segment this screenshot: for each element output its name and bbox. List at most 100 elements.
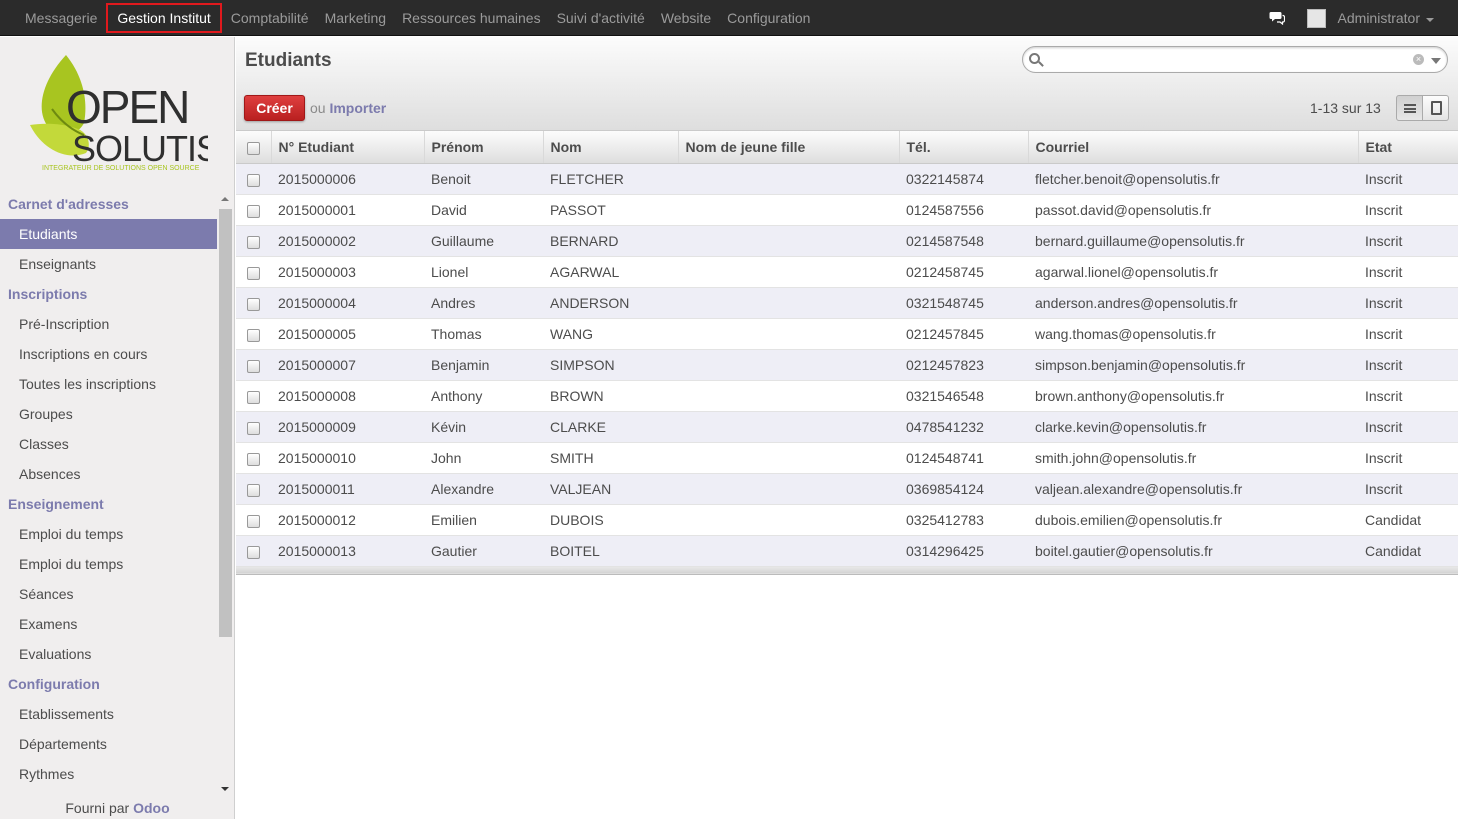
or-label: ou: [310, 100, 326, 116]
row-checkbox[interactable]: [247, 514, 260, 528]
form-view-button[interactable]: [1422, 95, 1449, 121]
column-header-n-etudiant[interactable]: N° Etudiant: [271, 131, 425, 164]
row-checkbox-cell[interactable]: [236, 473, 271, 505]
table-row[interactable]: 2015000011 Alexandre VALJEAN 0369854124 valj…: [236, 473, 1458, 505]
column-header-courriel[interactable]: Courriel: [1028, 131, 1359, 164]
odoo-link[interactable]: Odoo: [133, 800, 170, 816]
row-checkbox[interactable]: [247, 483, 260, 497]
column-header-etat[interactable]: Etat: [1358, 131, 1458, 164]
row-checkbox[interactable]: [247, 297, 260, 311]
table-row[interactable]: 2015000010 John SMITH 0124548741 smith.john@…: [236, 442, 1458, 474]
row-checkbox[interactable]: [247, 204, 260, 218]
top-menu-messagerie[interactable]: Messagerie: [17, 0, 105, 36]
cell-prenom: Emilien: [424, 504, 543, 536]
scroll-down-icon[interactable]: [221, 787, 229, 791]
cell-n-etudiant: 2015000002: [271, 225, 424, 257]
scroll-up-icon[interactable]: [221, 197, 229, 201]
row-checkbox[interactable]: [247, 328, 260, 342]
row-checkbox-cell[interactable]: [236, 256, 271, 288]
table-row[interactable]: 2015000006 Benoit FLETCHER 0322145874 fletch…: [236, 163, 1458, 195]
row-checkbox-cell[interactable]: [236, 442, 271, 474]
user-avatar[interactable]: [1306, 8, 1326, 28]
sidebar-item-inscriptions-en-cours[interactable]: Inscriptions en cours: [0, 339, 217, 369]
sidebar-item-classes[interactable]: Classes: [0, 429, 217, 459]
cell-prenom: Lionel: [424, 256, 543, 288]
create-button[interactable]: Créer: [244, 95, 305, 121]
top-menu-suivi-d-activite[interactable]: Suivi d'activité: [549, 0, 653, 36]
column-header-prenom[interactable]: Prénom: [424, 131, 544, 164]
row-checkbox[interactable]: [247, 452, 260, 466]
table-row[interactable]: 2015000012 Emilien DUBOIS 0325412783 dubois.…: [236, 504, 1458, 536]
sidebar-item-etudiants[interactable]: Etudiants: [0, 219, 217, 249]
row-checkbox-cell[interactable]: [236, 163, 271, 195]
sidebar-item-etablissements[interactable]: Etablissements: [0, 699, 217, 729]
table-row[interactable]: 2015000005 Thomas WANG 0212457845 wang.thoma…: [236, 318, 1458, 350]
row-checkbox-cell[interactable]: [236, 411, 271, 443]
top-menu-website[interactable]: Website: [653, 0, 719, 36]
table-row[interactable]: 2015000009 Kévin CLARKE 0478541232 clarke.ke…: [236, 411, 1458, 443]
top-menu-ressources-humaines[interactable]: Ressources humaines: [394, 0, 549, 36]
sidebar-item-emploi-du-temps[interactable]: Emploi du temps: [0, 519, 217, 549]
row-checkbox-cell[interactable]: [236, 535, 271, 567]
table-row[interactable]: 2015000013 Gautier BOITEL 0314296425 boitel.…: [236, 535, 1458, 567]
row-checkbox-cell[interactable]: [236, 318, 271, 350]
sidebar-item-emploi-du-temps[interactable]: Emploi du temps: [0, 549, 217, 579]
row-checkbox[interactable]: [247, 421, 260, 435]
row-checkbox[interactable]: [247, 235, 260, 249]
column-header-tel[interactable]: Tél.: [899, 131, 1029, 164]
row-checkbox[interactable]: [247, 359, 260, 373]
row-checkbox[interactable]: [247, 545, 260, 559]
top-menu-gestion-institut[interactable]: Gestion Institut: [106, 3, 222, 33]
table-row[interactable]: 2015000002 Guillaume BERNARD 0214587548 bern…: [236, 225, 1458, 257]
sidebar-item-enseignants[interactable]: Enseignants: [0, 249, 217, 279]
row-checkbox-cell[interactable]: [236, 349, 271, 381]
row-checkbox-cell[interactable]: [236, 504, 271, 536]
table-row[interactable]: 2015000001 David PASSOT 0124587556 passot.da…: [236, 194, 1458, 226]
table-row[interactable]: 2015000007 Benjamin SIMPSON 0212457823 simps…: [236, 349, 1458, 381]
import-link[interactable]: Importer: [329, 100, 386, 116]
cell-nom-de-jeune-fille: [678, 225, 899, 257]
top-menu-comptabilite[interactable]: Comptabilité: [223, 0, 317, 36]
list-view-button[interactable]: [1396, 95, 1423, 121]
column-header-nom[interactable]: Nom: [543, 131, 679, 164]
table-row[interactable]: 2015000008 Anthony BROWN 0321546548 brown.an…: [236, 380, 1458, 412]
top-menu-configuration[interactable]: Configuration: [719, 0, 818, 36]
select-all-checkbox-cell[interactable]: [236, 131, 272, 164]
row-checkbox-cell[interactable]: [236, 194, 271, 226]
cell-nom-de-jeune-fille: [678, 287, 899, 319]
user-menu-label[interactable]: Administrator: [1338, 10, 1420, 26]
row-checkbox[interactable]: [247, 173, 260, 187]
table-row[interactable]: 2015000003 Lionel AGARWAL 0212458745 agarwal…: [236, 256, 1458, 288]
sidebar-item-absences[interactable]: Absences: [0, 459, 217, 489]
chevron-down-icon[interactable]: [1426, 17, 1434, 22]
top-menu-marketing[interactable]: Marketing: [317, 0, 394, 36]
row-checkbox[interactable]: [247, 390, 260, 404]
sidebar-item-toutes-les-inscriptions[interactable]: Toutes les inscriptions: [0, 369, 217, 399]
table-row[interactable]: 2015000004 Andres ANDERSON 0321548745 anders…: [236, 287, 1458, 319]
cell-n-etudiant: 2015000003: [271, 256, 424, 288]
sidebar-item-departements[interactable]: Départements: [0, 729, 217, 759]
pager-value[interactable]: 1-13 sur 13: [1310, 100, 1381, 116]
search-input[interactable]: ×: [1022, 46, 1448, 73]
row-checkbox-cell[interactable]: [236, 380, 271, 412]
search-options-chevron-icon[interactable]: [1431, 58, 1441, 64]
cell-nom-de-jeune-fille: [678, 535, 899, 567]
company-logo[interactable]: OPEN SOLUTIS INTEGRATEUR DE SOLUTIONS OP…: [26, 53, 220, 173]
sidebar-scrollbar[interactable]: [218, 195, 233, 795]
logo-text-solutis: SOLUTIS: [72, 128, 208, 169]
sidebar-item-evaluations[interactable]: Evaluations: [0, 639, 217, 669]
chat-icon[interactable]: [1269, 11, 1285, 26]
row-checkbox[interactable]: [247, 266, 260, 280]
sidebar-item-seances[interactable]: Séances: [0, 579, 217, 609]
sidebar-item-pre-inscription[interactable]: Pré-Inscription: [0, 309, 217, 339]
sidebar-item-groupes[interactable]: Groupes: [0, 399, 217, 429]
clear-search-icon[interactable]: ×: [1413, 54, 1424, 65]
cell-prenom: Kévin: [424, 411, 543, 443]
sidebar-item-examens[interactable]: Examens: [0, 609, 217, 639]
row-checkbox-cell[interactable]: [236, 225, 271, 257]
scrollbar-thumb[interactable]: [219, 209, 232, 637]
column-header-nom-de-jeune-fille[interactable]: Nom de jeune fille: [678, 131, 900, 164]
row-checkbox-cell[interactable]: [236, 287, 271, 319]
sidebar-item-rythmes[interactable]: Rythmes: [0, 759, 217, 789]
select-all-checkbox[interactable]: [247, 142, 260, 156]
